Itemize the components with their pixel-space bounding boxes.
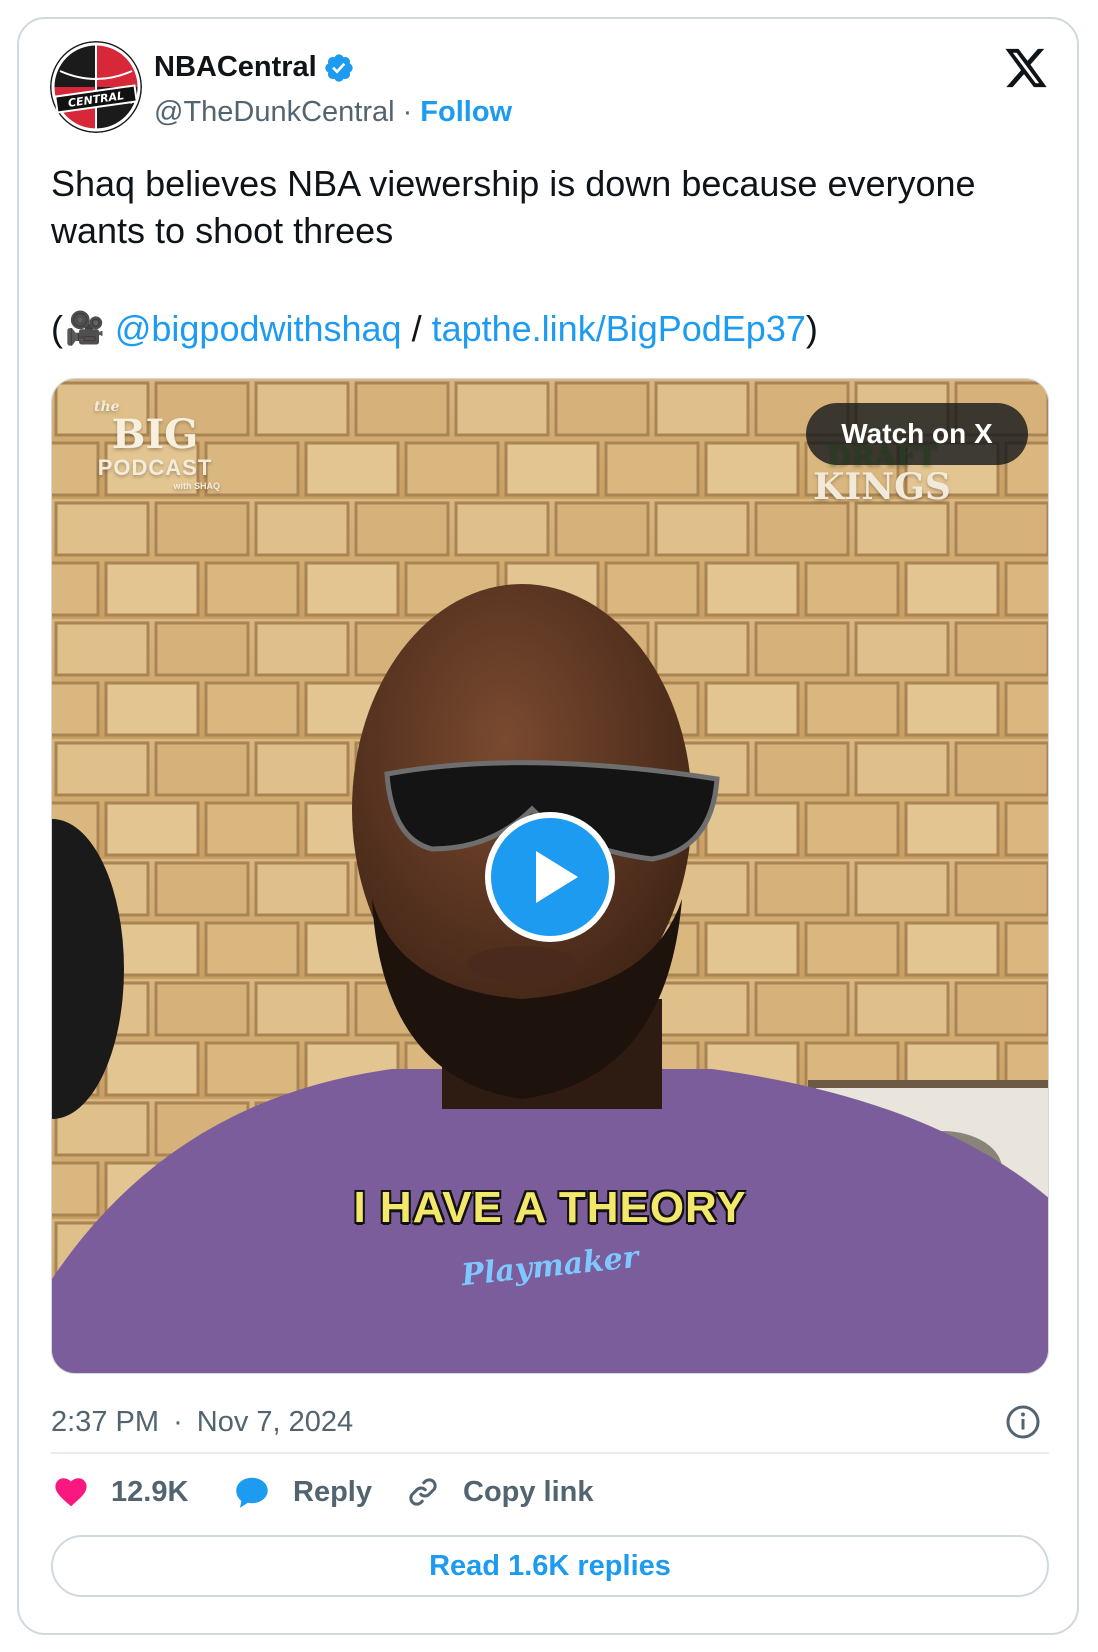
date[interactable]: Nov 7, 2024 <box>197 1406 353 1438</box>
reply-button[interactable]: Reply <box>233 1470 372 1514</box>
episode-link[interactable]: tapthe.link/BigPodEp37 <box>432 305 806 352</box>
time[interactable]: 2:37 PM <box>51 1406 159 1438</box>
reply-bubble-icon <box>236 1477 268 1508</box>
copy-link-label: Copy link <box>463 1475 594 1508</box>
mention-link[interactable]: @bigpodwithshaq <box>115 305 402 352</box>
video-camera-icon: 🎥 <box>65 310 105 346</box>
slash-separator: / <box>411 308 422 349</box>
x-logo-icon[interactable] <box>1003 47 1049 89</box>
podcast-logo: the BIG PODCAST with SHAQ <box>90 399 220 491</box>
timestamp[interactable]: 2:37 PM · Nov 7, 2024 <box>51 1406 353 1439</box>
like-count: 12.9K <box>111 1475 189 1508</box>
link-icon <box>409 1478 437 1506</box>
podcast-logo-sub: PODCAST <box>97 455 213 480</box>
reply-label: Reply <box>293 1475 372 1508</box>
video-player[interactable]: the BIG PODCAST with SHAQ DRAFT KINGS Wa… <box>51 378 1049 1374</box>
timestamp-separator: · <box>173 1406 183 1438</box>
author-handle[interactable]: @TheDunkCentral <box>154 96 395 129</box>
follow-button[interactable]: Follow <box>420 96 512 129</box>
verified-badge-icon <box>325 53 353 82</box>
close-paren: ) <box>805 308 818 349</box>
podcast-logo-with: with SHAQ <box>173 481 221 491</box>
divider <box>51 1452 1049 1454</box>
tweet-source-line: ( 🎥 @bigpodwithshaq / tapthe.link/BigPod… <box>51 305 818 352</box>
handle-separator: · <box>402 96 413 128</box>
avatar[interactable]: CENTRAL <box>50 41 142 133</box>
author-name[interactable]: NBACentral <box>154 51 317 84</box>
heart-icon <box>55 1478 87 1507</box>
handle-row: @TheDunkCentral · Follow <box>154 96 512 129</box>
podcast-logo-big: BIG <box>111 411 199 458</box>
read-replies-button[interactable]: Read 1.6K replies <box>51 1535 1049 1597</box>
play-button-icon[interactable] <box>484 811 616 943</box>
open-paren: ( <box>51 308 63 349</box>
author-name-row[interactable]: NBACentral <box>154 51 355 84</box>
copy-link-button[interactable]: Copy link <box>405 1470 594 1514</box>
info-icon[interactable] <box>1005 1404 1041 1440</box>
like-button[interactable]: 12.9K <box>53 1470 188 1514</box>
tweet-text: Shaq believes NBA viewership is down bec… <box>51 163 976 251</box>
watch-on-x-button[interactable]: Watch on X <box>806 403 1028 465</box>
sponsor-bottom: KINGS <box>813 466 951 508</box>
